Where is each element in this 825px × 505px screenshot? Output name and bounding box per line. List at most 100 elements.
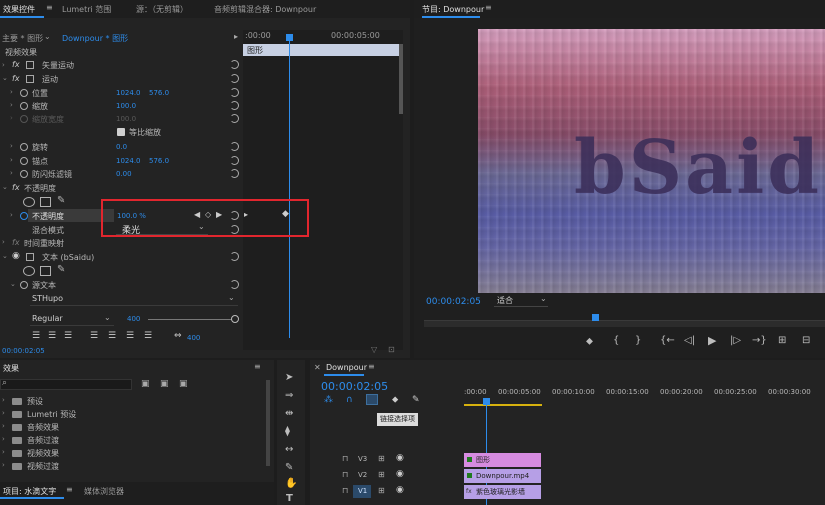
stopwatch-icon[interactable] [20,102,28,110]
rotation-value[interactable]: 0.0 [116,143,127,151]
expand-scale-width[interactable]: › [10,114,13,122]
master-clip-label[interactable]: 主要 * 图形 [2,33,43,44]
anchor-y-value[interactable]: 576.0 [149,157,169,165]
timeline-playhead-head[interactable] [483,398,490,405]
close-icon[interactable]: ✕ [314,363,321,372]
menu-icon[interactable]: ≡ [485,3,492,12]
stopwatch-icon[interactable] [20,281,28,289]
effects-scrollbar[interactable] [266,380,270,466]
list-item[interactable]: › 视频效果 [0,447,274,460]
collapse-motion[interactable]: ⌄ [2,74,8,82]
tab-menu-icon[interactable]: ≡ [46,3,53,12]
program-title[interactable]: 节目: Downpour [422,4,484,15]
track-select-tool-icon[interactable]: ⇒ [285,390,293,401]
tab-effect-controls[interactable]: 效果控件 [3,4,35,15]
justify-all-icon[interactable]: ☰ [144,331,152,341]
chevron-down-icon[interactable]: ⌄ [44,32,51,41]
collapse-source-text[interactable]: ⌄ [10,280,16,288]
wrench-icon[interactable]: ✎ [412,395,420,405]
stopwatch-icon[interactable] [20,143,28,151]
tab-lumetri-scopes[interactable]: Lumetri 范围 [62,4,111,15]
sequence-clip-label[interactable]: Downpour * 图形 [62,33,128,44]
type-tool-icon[interactable]: T [286,493,293,504]
expand-rotation[interactable]: › [10,142,13,150]
fit-dropdown[interactable]: 适合 ⌄ [494,294,548,307]
reset-icon[interactable] [230,156,239,165]
list-item[interactable]: › 音频过渡 [0,434,274,447]
play-button[interactable]: ▶ [708,334,716,347]
ellipse-mask-icon[interactable] [23,197,35,207]
slider-thumb[interactable] [231,315,239,323]
fx-icon[interactable]: fx [12,183,20,192]
transform-icon[interactable] [26,75,34,83]
list-item[interactable]: › 音频效果 [0,421,274,434]
effect-playhead-head[interactable] [286,34,293,41]
transform-icon[interactable] [26,61,34,69]
insert-button[interactable]: ⊞ [778,335,786,346]
scale-value[interactable]: 100.0 [116,102,136,110]
anchor-x-value[interactable]: 1024.0 [116,157,141,165]
fx-icon[interactable]: fx [12,74,20,83]
align-left-icon[interactable]: ☰ [32,331,40,341]
go-to-out-button[interactable]: →} [752,335,767,346]
razor-tool-icon[interactable]: ⧫ [285,426,290,437]
expand-opacity[interactable]: › [10,211,13,219]
tracking-icon[interactable]: ⇔ [174,331,182,341]
accelerated-icon[interactable]: ▣ [160,379,169,389]
reset-icon[interactable] [230,169,239,178]
stopwatch-icon[interactable] [20,115,28,123]
collapse-opacity-group[interactable]: ⌄ [2,183,8,191]
slip-tool-icon[interactable]: ↔ [285,444,293,455]
reset-icon[interactable] [230,280,239,289]
program-scrub-bar[interactable] [424,320,825,327]
expand-time-remap[interactable]: › [2,238,5,246]
add-marker-icon[interactable]: ⬥ [392,395,398,405]
reset-icon[interactable] [230,101,239,110]
reset-icon[interactable] [230,74,239,83]
eye-icon[interactable]: ◉ [396,453,404,463]
eye-icon[interactable]: ◉ [396,485,404,495]
sync-icon[interactable]: ⊞ [378,486,385,495]
eye-icon[interactable]: ◉ [12,251,20,261]
reset-icon[interactable] [230,252,239,261]
menu-icon[interactable]: ≡ [368,362,375,371]
clip-graphic[interactable]: 图形 [464,453,541,467]
pen-tool-icon[interactable]: ✎ [285,462,293,473]
ripple-edit-tool-icon[interactable]: ⇹ [285,408,293,419]
tab-project[interactable]: 项目: 水滴文字 [3,486,56,497]
go-to-in-button[interactable]: {← [660,335,675,346]
bottom-timecode[interactable]: 00:00:02:05 [2,347,45,355]
reset-icon[interactable] [230,114,239,123]
position-y-value[interactable]: 576.0 [149,89,169,97]
tracking-value[interactable]: 400 [187,334,200,342]
lock-icon[interactable]: ⊓ [342,454,348,463]
rectangle-mask-icon[interactable] [40,266,51,276]
collapse-text-layer[interactable]: ⌄ [2,252,8,260]
mark-in-button[interactable]: { [613,335,619,346]
ellipse-mask-icon[interactable] [23,266,35,276]
reset-icon[interactable] [230,88,239,97]
selection-tool-icon[interactable]: ➤ [285,372,293,383]
work-area-bar[interactable] [464,404,542,406]
justify-right-icon[interactable]: ☰ [126,331,134,341]
stopwatch-icon[interactable] [20,89,28,97]
expand-vector-motion[interactable]: › [2,61,5,69]
pen-mask-icon[interactable]: ✎ [57,195,65,206]
add-marker-button[interactable]: ⬥ [586,336,593,347]
linked-selection-icon[interactable] [366,394,378,405]
timeline-ruler[interactable]: :00:00 00:00:05:00 00:00:10:00 00:00:15:… [464,384,825,406]
nest-icon[interactable]: ⁂ [324,395,333,405]
list-item[interactable]: › 视频过渡 [0,460,274,473]
export-icon[interactable]: ⊡ [388,345,395,354]
program-timecode[interactable]: 00:00:02:05 [426,297,481,307]
lock-icon[interactable]: ⊓ [342,486,348,495]
track-v2[interactable]: ⊓ V2 ⊞ ◉ [310,469,825,483]
fx-icon[interactable]: fx [12,60,20,69]
fx-icon[interactable]: fx [12,238,20,247]
panel-collapse-icon[interactable]: ▸ [234,32,238,41]
timeline-timecode[interactable]: 00:00:02:05 [321,380,388,393]
tab-media-browser[interactable]: 媒体浏览器 [84,486,124,497]
clip-purple-wall[interactable]: fx 紫色玻璃光影墙 [464,485,541,499]
sync-icon[interactable]: ⊞ [378,470,385,479]
timeline-title[interactable]: Downpour [326,363,367,372]
